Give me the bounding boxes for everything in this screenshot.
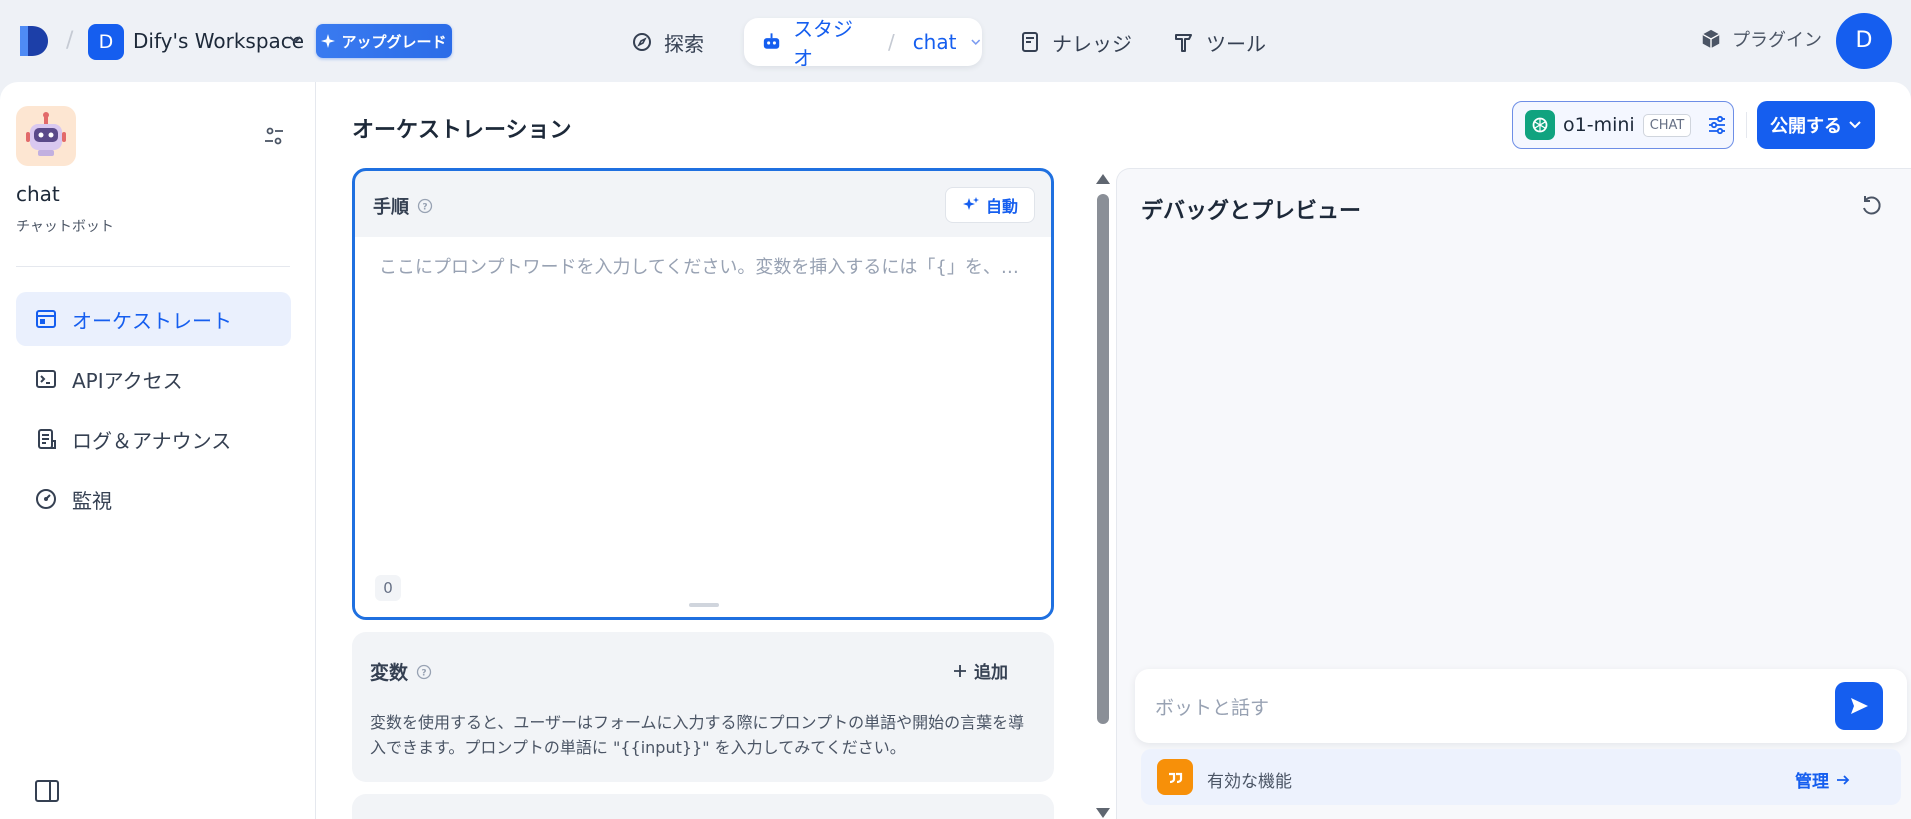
upgrade-button[interactable]: アップグレード <box>316 24 452 58</box>
workspace-name[interactable]: Dify's Workspace <box>133 29 304 53</box>
workspace-avatar[interactable]: D <box>88 24 124 60</box>
app-type: チャットボット <box>16 219 114 235</box>
sidebar-item-label: 監視 <box>72 488 112 513</box>
svg-text:?: ? <box>421 668 426 678</box>
sidebar-item-label: APIアクセス <box>72 368 183 393</box>
next-section-card <box>352 794 1054 819</box>
app-name: chat <box>16 182 60 206</box>
robot-icon <box>763 33 780 49</box>
variables-title: 変数 <box>370 662 409 684</box>
nav-studio-label: スタジオ <box>793 17 854 70</box>
nav-tools-label: ツール <box>1206 31 1266 56</box>
chevron-down-icon[interactable] <box>288 33 302 47</box>
svg-text:?: ? <box>422 203 427 213</box>
arrow-right-icon <box>1837 774 1850 785</box>
chat-input[interactable]: ボットと話す <box>1135 669 1907 743</box>
prompt-editor-card: 手順 ? 自動 ここにプロンプトワードを入力してください。変数を挿入するには「{… <box>352 168 1054 620</box>
nav-explore-label: 探索 <box>664 31 704 56</box>
hammer-icon <box>1175 34 1192 52</box>
dify-logo-icon[interactable] <box>18 24 50 58</box>
app-icon[interactable] <box>16 106 76 166</box>
features-label: 有効な機能 <box>1207 772 1292 792</box>
resize-handle[interactable] <box>689 603 719 607</box>
variables-card: 変数 ? 追加 変数を使用すると、ユーザーはフォームに入力する際にプロンプトの単… <box>352 632 1054 782</box>
robot-face-icon <box>26 112 66 156</box>
sidebar-item-label: ログ＆アナウンス <box>72 428 232 453</box>
debug-preview-panel: デバッグとプレビュー ボットと話す 有効な機能 管理 <box>1116 168 1911 819</box>
char-count: 0 <box>375 575 401 601</box>
compass-icon <box>633 33 651 51</box>
page-title: オーケストレーション <box>352 118 572 143</box>
upgrade-label: アップグレード <box>341 32 447 51</box>
chat-placeholder: ボットと話す <box>1155 697 1270 719</box>
plus-icon <box>954 664 966 677</box>
top-bar: / D Dify's Workspace アップグレード 探索 スタジオ / c… <box>0 0 1911 82</box>
cube-icon <box>1702 29 1720 49</box>
model-selector-button[interactable]: o1-mini CHAT <box>1512 101 1734 149</box>
current-app-label[interactable]: chat <box>913 30 957 54</box>
main-panel: オーケストレーション o1-mini CHAT 公開する 手順 ? 自動 ここに… <box>316 82 1911 819</box>
settings-sliders-icon[interactable] <box>262 124 286 148</box>
variables-description: 変数を使用すると、ユーザーはフォームに入力する際にプロンプトの単語や開始の言葉を… <box>370 713 1025 757</box>
layout-icon <box>36 310 56 328</box>
scroll-down-arrow[interactable] <box>1096 808 1110 818</box>
nav-separator: / <box>887 30 895 54</box>
auto-label: 自動 <box>985 197 1018 216</box>
prompt-header: 手順 ? <box>373 193 433 219</box>
quote-icon <box>1157 759 1193 795</box>
sidebar-item-monitoring[interactable]: 監視 <box>16 472 291 526</box>
sidebar-item-orchestrate[interactable]: オーケストレート <box>16 292 291 346</box>
sidebar-item-api-access[interactable]: APIアクセス <box>16 352 291 406</box>
help-circle-icon[interactable]: ? <box>417 198 433 214</box>
app-sidebar: chat チャットボット オーケストレート APIアクセス ログ＆アナウンス 監… <box>0 82 316 819</box>
debug-title: デバッグとプレビュー <box>1141 199 1362 224</box>
book-icon <box>1022 32 1038 52</box>
nav-plugins[interactable]: プラグイン <box>1700 26 1822 52</box>
prompt-title: 手順 <box>373 197 409 218</box>
chevron-down-icon <box>1849 121 1861 129</box>
model-name: o1-mini <box>1563 114 1635 136</box>
refresh-icon[interactable] <box>1859 193 1885 219</box>
publish-label: 公開する <box>1770 116 1842 137</box>
send-icon <box>1851 698 1868 714</box>
nav-explore[interactable]: 探索 <box>630 18 704 66</box>
openai-icon <box>1525 110 1555 140</box>
magic-sparkle-icon <box>962 197 979 210</box>
prompt-textarea[interactable]: ここにプロンプトワードを入力してください。変数を挿入するには「{」を、プロンプト… <box>355 237 1051 617</box>
nav-tools[interactable]: ツール <box>1172 18 1266 66</box>
add-label: 追加 <box>974 663 1008 683</box>
sidebar-item-label: オーケストレート <box>72 308 232 333</box>
features-bar: 有効な機能 管理 <box>1141 749 1901 805</box>
user-avatar[interactable]: D <box>1836 13 1892 69</box>
scroll-up-arrow[interactable] <box>1096 174 1110 184</box>
sparkle-icon <box>321 34 336 48</box>
nav-knowledge-label: ナレッジ <box>1052 31 1132 56</box>
terminal-icon <box>36 370 56 388</box>
nav-plugins-label: プラグイン <box>1732 30 1822 51</box>
publish-button[interactable]: 公開する <box>1757 101 1875 149</box>
breadcrumb-separator: / <box>66 28 74 53</box>
prompt-placeholder: ここにプロンプトワードを入力してください。変数を挿入するには「{」を、プロンプト… <box>379 257 1029 278</box>
nav-studio[interactable]: スタジオ / chat <box>744 17 982 70</box>
sliders-icon[interactable] <box>1705 113 1729 137</box>
manage-label: 管理 <box>1795 772 1829 792</box>
file-list-icon <box>38 429 56 449</box>
add-variable-button[interactable]: 追加 <box>952 658 1008 683</box>
scrollbar-thumb[interactable] <box>1097 194 1109 724</box>
chevron-down-icon[interactable] <box>970 36 982 48</box>
sidebar-divider <box>16 266 290 267</box>
auto-generate-button[interactable]: 自動 <box>945 187 1035 223</box>
variables-header: 変数 ? <box>370 658 432 685</box>
send-button[interactable] <box>1835 682 1883 730</box>
model-mode-tag: CHAT <box>1642 113 1692 137</box>
sidebar-item-logs[interactable]: ログ＆アナウンス <box>16 412 291 466</box>
nav-knowledge[interactable]: ナレッジ <box>1018 18 1132 66</box>
help-circle-icon[interactable]: ? <box>416 664 432 680</box>
manage-features-link[interactable]: 管理 <box>1795 767 1851 792</box>
dashboard-icon <box>36 489 56 509</box>
sidebar-collapse-icon[interactable] <box>34 778 60 804</box>
header-divider <box>1746 112 1747 138</box>
